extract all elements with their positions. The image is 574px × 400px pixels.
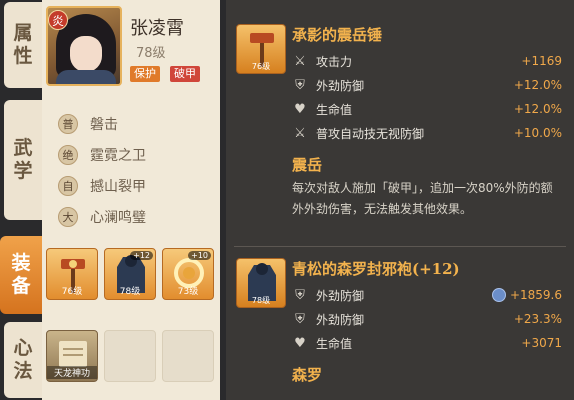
xinfa-slot-1[interactable]: 天龙神功 (46, 330, 98, 382)
stat-value: +10.0% (513, 126, 562, 140)
effect-title: 森罗 (292, 366, 323, 384)
skill-list: 普 磐击 绝 霆霓之卫 自 撼山裂甲 大 心澜鸣璧 (58, 108, 146, 232)
skill-name: 霆霓之卫 (90, 147, 146, 164)
effect-description: 每次对敌人施加「破甲」，追加一次80%外防的额外外劲伤害，无法触发其他效果。 (292, 181, 553, 216)
role-tag-armor-break: 破甲 (170, 66, 200, 82)
skill-item[interactable]: 自 撼山裂甲 (58, 170, 146, 201)
tab-equipment-char-1: 装 (11, 252, 31, 275)
heart-icon: ♥ (294, 101, 306, 117)
shield-icon: ⛨ (295, 287, 305, 303)
character-panel: 炎 张凌霄 78级 保护 破甲 普 磐击 绝 霆霓之卫 自 撼山裂甲 大 心澜鸣… (42, 0, 220, 400)
stat-row: ⚔ 普攻自动技无视防御 +10.0% (292, 122, 562, 144)
tab-martial-arts-char-2: 学 (13, 160, 33, 182)
tab-xinfa-char-1: 心 (13, 337, 33, 360)
xinfa-name: 天龙神功 (47, 366, 97, 379)
xinfa-slot-empty[interactable] (162, 330, 214, 382)
skill-type-badge: 大 (58, 206, 78, 227)
skill-item[interactable]: 普 磐击 (58, 108, 146, 139)
skill-name: 磐击 (90, 116, 118, 133)
equipment-detail-panel[interactable]: 76级 承影的震岳锤 ⚔ 攻击力 +1169 ⛨ 外劲防御 +12.0% ♥ 生… (220, 0, 574, 400)
stat-value: +1859.6 (509, 288, 562, 302)
stat-label: 外劲防御 (316, 288, 365, 303)
skill-type-badge: 绝 (58, 144, 78, 165)
equipment-slots: 76级 +12 78级 +10 73级 (46, 248, 214, 300)
effect-title: 震岳 (292, 156, 323, 174)
equipment-level: 78级 (119, 287, 141, 297)
skill-type-badge: 自 (58, 175, 78, 196)
equipment-slot-accessory[interactable]: +10 73级 (162, 248, 214, 300)
stat-row: ♥ 生命值 +3071 (292, 332, 562, 354)
stat-row: ⛨ 外劲防御 +12.0% (292, 74, 562, 96)
equipment-level: 76级 (61, 287, 83, 297)
equipment-slot-armor[interactable]: +12 78级 (104, 248, 156, 300)
equipment-level: 73级 (177, 287, 199, 297)
tab-attributes-char-2: 性 (13, 45, 33, 67)
stat-row: ♥ 生命值 +12.0% (292, 98, 562, 120)
divider (234, 246, 566, 247)
stat-label: 外劲防御 (316, 312, 365, 327)
gem-icon (491, 288, 506, 302)
character-name: 张凌霄 (130, 18, 184, 39)
stat-label: 生命值 (316, 102, 353, 117)
item-name: 青松的森罗封邪袍(+12) (292, 260, 460, 278)
element-badge: 炎 (48, 10, 68, 30)
skill-type-badge: 普 (58, 113, 78, 134)
item-icon-armor: 78级 (236, 258, 286, 308)
skill-item[interactable]: 绝 霆霓之卫 (58, 139, 146, 170)
stat-value: +23.3% (513, 312, 562, 326)
stat-row: ⛨ 外劲防御 +1859.6 (292, 284, 562, 306)
stat-label: 外劲防御 (316, 78, 365, 93)
heart-icon: ♥ (294, 335, 306, 351)
stat-value: +3071 (521, 336, 562, 350)
tab-martial-arts-char-1: 武 (13, 137, 33, 160)
portrait-face (70, 36, 102, 72)
xinfa-slots: 天龙神功 (46, 330, 214, 382)
skill-name: 撼山裂甲 (90, 178, 146, 195)
skill-item[interactable]: 大 心澜鸣璧 (58, 201, 146, 232)
tab-equipment-char-2: 备 (11, 275, 31, 297)
stat-value: +12.0% (513, 102, 562, 116)
item-name: 承影的震岳锤 (292, 26, 383, 44)
item-level: 78级 (251, 296, 271, 305)
tab-martial-arts[interactable]: 武 学 (4, 100, 42, 220)
tab-xinfa[interactable]: 心 法 (4, 322, 42, 398)
stat-row: ⚔ 攻击力 +1169 (292, 50, 562, 72)
skill-name: 心澜鸣璧 (90, 209, 146, 226)
enhance-level-badge: +12 (130, 251, 153, 260)
portrait-robe (56, 70, 116, 84)
xinfa-slot-empty[interactable] (104, 330, 156, 382)
stat-label: 普攻自动技无视防御 (316, 126, 425, 141)
stat-label: 攻击力 (316, 54, 353, 69)
tab-attributes[interactable]: 属 性 (4, 2, 42, 88)
tab-xinfa-char-2: 法 (13, 360, 33, 382)
item-icon-weapon: 76级 (236, 24, 286, 74)
stat-label: 生命值 (316, 336, 353, 351)
shield-icon: ⛨ (295, 77, 305, 93)
role-tag-protect: 保护 (130, 66, 160, 82)
side-tab-bar: 属 性 武 学 装 备 心 法 (0, 0, 44, 400)
tab-equipment[interactable]: 装 备 (0, 236, 42, 314)
equipment-slot-weapon[interactable]: 76级 (46, 248, 98, 300)
stat-value: +12.0% (513, 78, 562, 92)
enhance-level-badge: +10 (188, 251, 211, 260)
sword-icon: ⚔ (294, 125, 306, 141)
stat-row: ⛨ 外劲防御 +23.3% (292, 308, 562, 330)
tab-attributes-char-1: 属 (13, 22, 33, 45)
sword-icon: ⚔ (294, 53, 306, 69)
shield-icon: ⛨ (295, 311, 305, 327)
stat-value: +1169 (521, 54, 562, 68)
character-level: 78级 (136, 46, 166, 61)
item-level: 76级 (251, 62, 271, 71)
